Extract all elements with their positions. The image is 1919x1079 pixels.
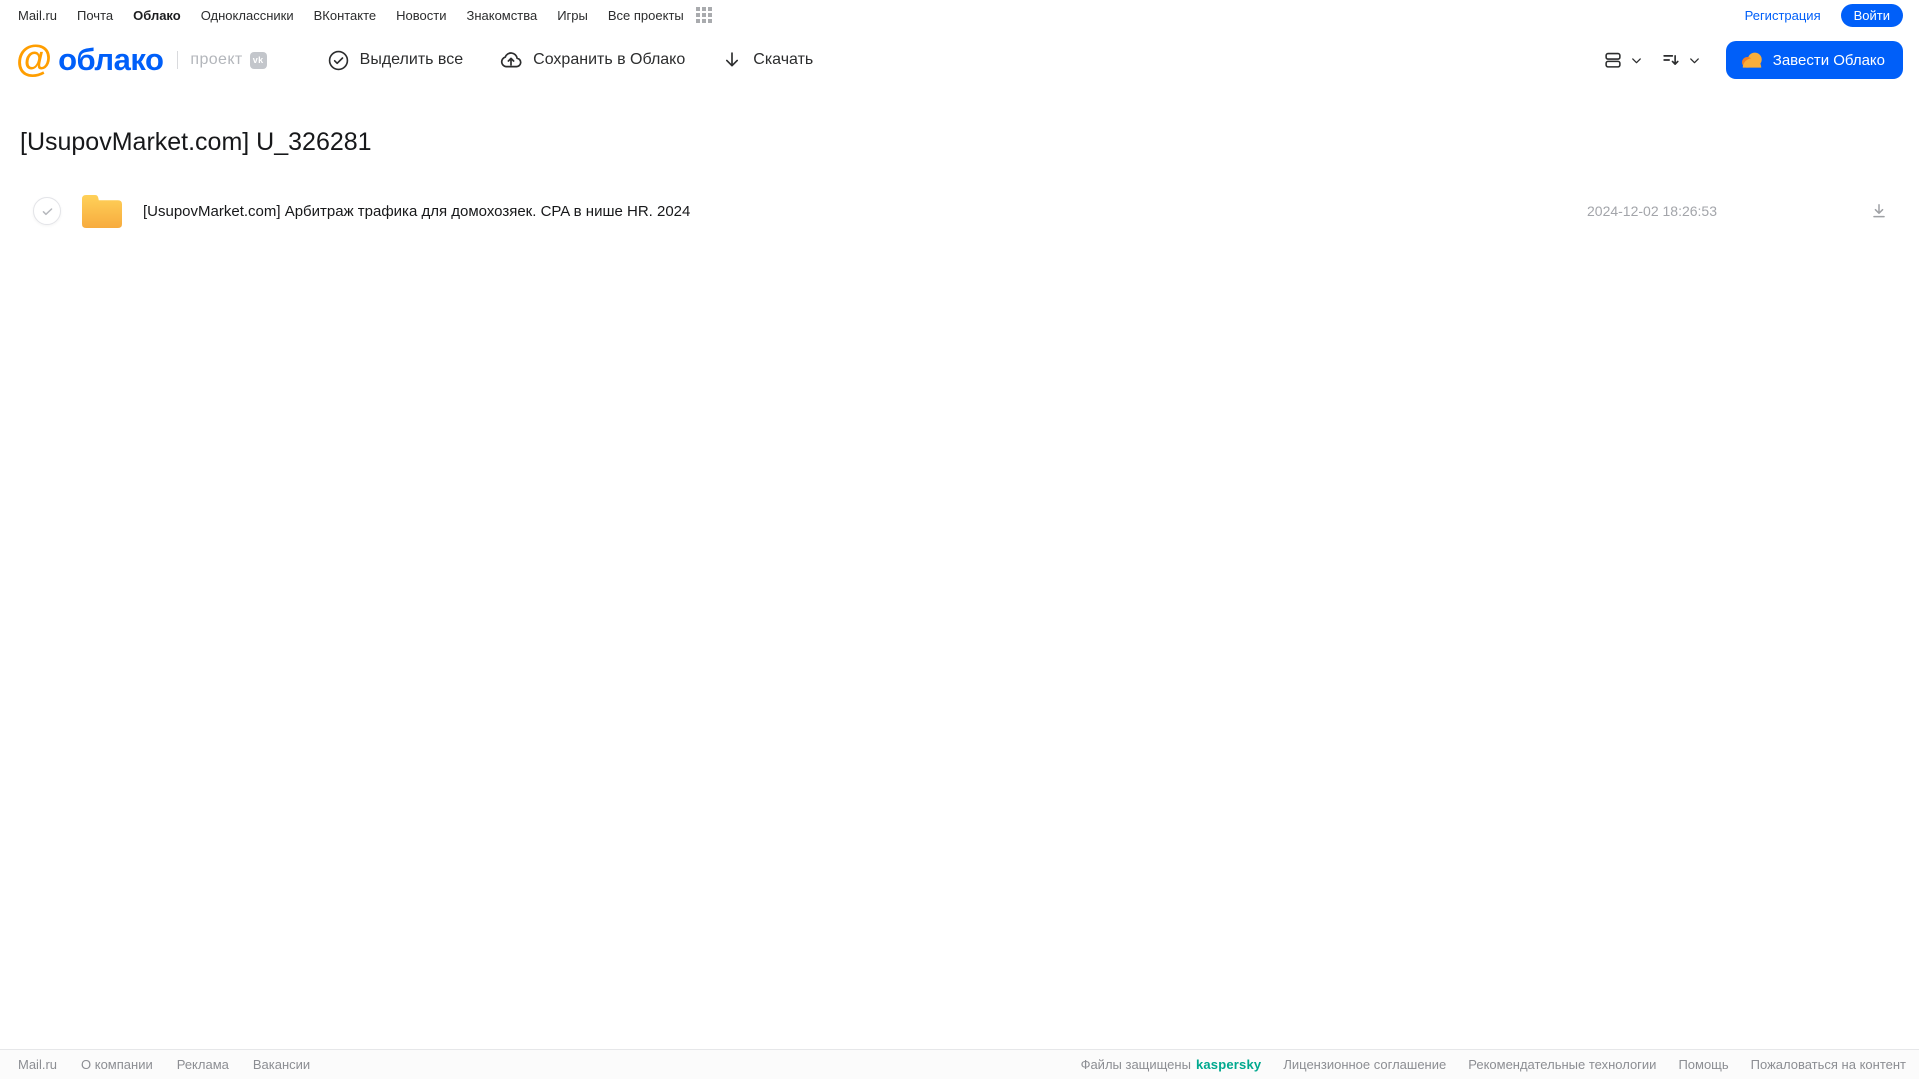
footer-right-links: Файлы защищены kaspersky Лицензионное со… bbox=[1081, 1057, 1906, 1072]
page-footer: Mail.ru О компании Реклама Вакансии Файл… bbox=[0, 1049, 1919, 1079]
footer-ads-link[interactable]: Реклама bbox=[177, 1057, 229, 1072]
topnav-novosti[interactable]: Новости bbox=[396, 8, 446, 23]
footer-recommendation-tech-link[interactable]: Рекомендательные технологии bbox=[1468, 1057, 1656, 1072]
registration-link[interactable]: Регистрация bbox=[1745, 8, 1821, 23]
topnav-pochta[interactable]: Почта bbox=[77, 8, 113, 23]
topnav-znakomstva[interactable]: Знакомства bbox=[466, 8, 537, 23]
app-header: @ облако проект vk Выделить все Сохранит… bbox=[0, 28, 1919, 92]
topnav-mailru[interactable]: Mail.ru bbox=[18, 8, 57, 23]
kaspersky-logo[interactable]: kaspersky bbox=[1196, 1057, 1261, 1072]
footer-jobs-link[interactable]: Вакансии bbox=[253, 1057, 310, 1072]
chevron-down-icon bbox=[1687, 53, 1702, 68]
create-cloud-button[interactable]: Завести Облако bbox=[1725, 41, 1903, 79]
topnav-vkontakte[interactable]: ВКонтакте bbox=[314, 8, 377, 23]
check-circle-icon bbox=[327, 49, 350, 72]
topnav-all-projects[interactable]: Все проекты bbox=[608, 8, 684, 23]
cloud-logo-text: облако bbox=[58, 42, 164, 77]
footer-about-link[interactable]: О компании bbox=[81, 1057, 153, 1072]
chevron-down-icon bbox=[1629, 53, 1644, 68]
view-mode-icon bbox=[1602, 49, 1624, 71]
header-right-controls: Завести Облако bbox=[1602, 41, 1903, 79]
projects-grid-icon[interactable] bbox=[695, 7, 712, 23]
row-download-icon[interactable] bbox=[1869, 201, 1889, 221]
files-protected-label: Файлы защищены bbox=[1080, 1057, 1191, 1072]
download-arrow-icon bbox=[721, 49, 743, 71]
topnav-igry[interactable]: Игры bbox=[557, 8, 588, 23]
portal-topbar: Mail.ru Почта Облако Одноклассники ВКонт… bbox=[0, 0, 1919, 28]
save-to-cloud-button[interactable]: Сохранить в Облако bbox=[499, 48, 685, 72]
cloud-upload-icon bbox=[499, 48, 523, 72]
vk-project-label: проект vk bbox=[190, 51, 267, 69]
file-row[interactable]: [UsupovMarket.com] Арбитраж трафика для … bbox=[33, 183, 1919, 239]
footer-mailru-link[interactable]: Mail.ru bbox=[18, 1057, 57, 1072]
kaspersky-protection: Файлы защищены kaspersky bbox=[1081, 1057, 1262, 1072]
view-mode-selector[interactable] bbox=[1602, 49, 1644, 71]
create-cloud-label: Завести Облако bbox=[1772, 51, 1885, 69]
page-title: [UsupovMarket.com] U_326281 bbox=[20, 128, 372, 156]
topnav-odnoklassniki[interactable]: Одноклассники bbox=[201, 8, 294, 23]
sort-selector[interactable] bbox=[1660, 49, 1702, 71]
file-date: 2024-12-02 18:26:53 bbox=[1587, 203, 1717, 219]
row-checkbox[interactable] bbox=[33, 197, 61, 225]
file-name[interactable]: [UsupovMarket.com] Арбитраж трафика для … bbox=[143, 203, 690, 220]
select-all-label: Выделить все bbox=[359, 51, 464, 68]
file-toolbar: Выделить все Сохранить в Облако Скачать bbox=[327, 48, 813, 72]
footer-report-content-link[interactable]: Пожаловаться на контент bbox=[1751, 1057, 1906, 1072]
project-text: проект bbox=[190, 51, 243, 68]
login-button[interactable]: Войти bbox=[1840, 3, 1903, 27]
download-button[interactable]: Скачать bbox=[721, 49, 813, 71]
sort-icon bbox=[1660, 49, 1682, 71]
mailru-at-icon: @ bbox=[16, 38, 53, 79]
select-all-button[interactable]: Выделить все bbox=[327, 49, 463, 72]
vk-logo-icon: vk bbox=[249, 51, 267, 69]
folder-icon bbox=[80, 193, 124, 230]
footer-license-link[interactable]: Лицензионное соглашение bbox=[1283, 1057, 1446, 1072]
cloud-logo[interactable]: @ облако bbox=[16, 38, 164, 79]
orange-cloud-icon bbox=[1740, 50, 1764, 70]
save-to-cloud-label: Сохранить в Облако bbox=[533, 51, 686, 68]
check-icon bbox=[42, 207, 52, 215]
topnav-oblako[interactable]: Облако bbox=[133, 8, 181, 23]
logo-divider bbox=[177, 51, 179, 69]
main-content: [UsupovMarket.com] U_326281 [UsupovMarke… bbox=[0, 128, 1919, 239]
footer-help-link[interactable]: Помощь bbox=[1678, 1057, 1728, 1072]
download-label: Скачать bbox=[753, 51, 814, 68]
